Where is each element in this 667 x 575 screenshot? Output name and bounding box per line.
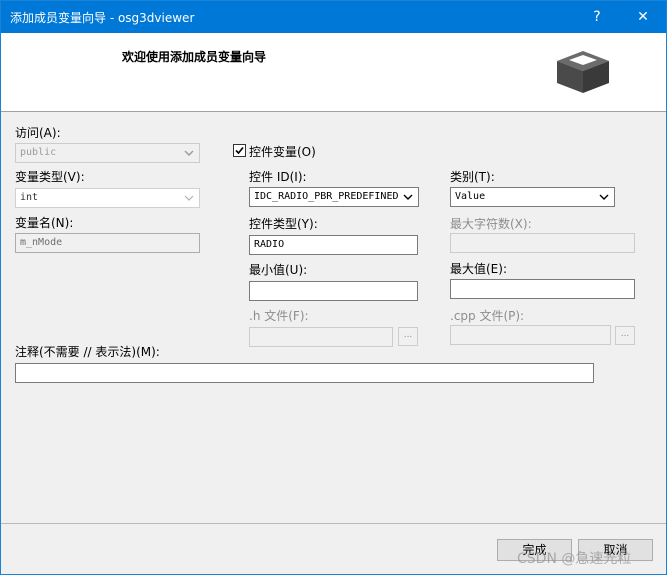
chevron-down-icon xyxy=(401,189,415,205)
variable-name-field[interactable]: m_nMode xyxy=(15,233,200,253)
cpp-file-label: .cpp 文件(P): xyxy=(450,309,525,323)
wizard-header: 欢迎使用添加成员变量向导 xyxy=(1,33,666,112)
class-box-icon xyxy=(557,51,609,93)
control-id-label: 控件 ID(I): xyxy=(249,170,307,184)
control-type-label: 控件类型(Y): xyxy=(249,217,318,231)
wizard-title: 欢迎使用添加成员变量向导 xyxy=(122,50,267,64)
variable-name-label: 变量名(N): xyxy=(15,216,74,230)
cpp-file-field[interactable] xyxy=(450,325,611,345)
access-value: public xyxy=(20,147,57,158)
variable-type-value: int xyxy=(20,192,39,203)
max-chars-label: 最大字符数(X): xyxy=(450,217,532,231)
access-label: 访问(A): xyxy=(15,126,61,140)
access-combo[interactable]: public xyxy=(15,143,200,163)
comment-label: 注释(不需要 // 表示法)(M): xyxy=(15,345,160,359)
comment-field[interactable] xyxy=(15,363,594,383)
control-type-value: RADIO xyxy=(254,239,285,250)
close-button[interactable]: ✕ xyxy=(620,1,666,33)
variable-type-label: 变量类型(V): xyxy=(15,170,85,184)
control-id-combo[interactable]: IDC_RADIO_PBR_PREDEFINED xyxy=(249,187,419,207)
max-chars-field[interactable] xyxy=(450,233,635,253)
dialog-window: 添加成员变量向导 - osg3dviewer ? ✕ 欢迎使用添加成员变量向导 … xyxy=(0,0,667,575)
min-value-label: 最小值(U): xyxy=(249,263,308,277)
footer-divider xyxy=(1,523,666,524)
h-file-browse-button[interactable]: ... xyxy=(398,327,418,346)
help-button[interactable]: ? xyxy=(574,1,620,33)
variable-type-combo[interactable]: int xyxy=(15,188,200,208)
h-file-field[interactable] xyxy=(249,327,393,347)
control-variable-checkbox[interactable] xyxy=(233,144,246,157)
checkmark-icon xyxy=(235,146,244,155)
category-label: 类别(T): xyxy=(450,170,495,184)
chevron-down-icon xyxy=(182,145,196,161)
max-value-label: 最大值(E): xyxy=(450,262,507,276)
title-bar[interactable]: 添加成员变量向导 - osg3dviewer ? ✕ xyxy=(1,1,666,33)
category-combo[interactable]: Value xyxy=(450,187,615,207)
chevron-down-icon xyxy=(182,190,196,206)
h-file-label: .h 文件(F): xyxy=(249,309,309,323)
category-value: Value xyxy=(455,191,486,202)
max-value-field[interactable] xyxy=(450,279,635,299)
chevron-down-icon xyxy=(597,189,611,205)
min-value-field[interactable] xyxy=(249,281,418,301)
control-variable-label[interactable]: 控件变量(O) xyxy=(249,143,316,160)
control-type-field[interactable]: RADIO xyxy=(249,235,418,255)
window-title: 添加成员变量向导 - osg3dviewer xyxy=(10,11,195,25)
cpp-file-browse-button[interactable]: ... xyxy=(615,326,635,345)
variable-name-value: m_nMode xyxy=(20,237,63,248)
watermark-text: CSDN @急速光粒 xyxy=(517,551,632,567)
control-id-value: IDC_RADIO_PBR_PREDEFINED xyxy=(254,191,399,202)
